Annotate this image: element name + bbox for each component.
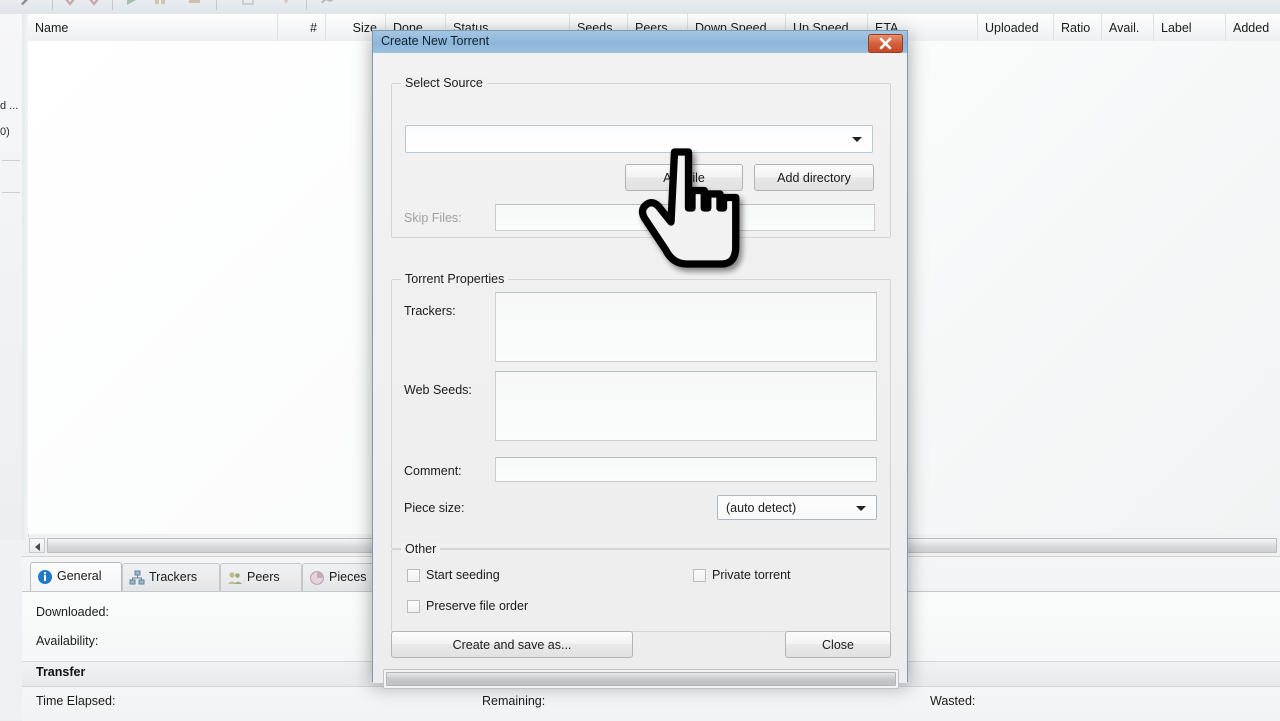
sidebar-item-1[interactable]: 0) (0, 126, 22, 138)
piece-size-label: Piece size: (404, 501, 465, 515)
column-header-added[interactable]: Added (1226, 14, 1280, 41)
remove-icon[interactable] (240, 0, 256, 7)
sidebar-divider-2 (2, 192, 20, 193)
dialog-title: Create New Torrent (381, 34, 490, 48)
wasted-label: Wasted: (930, 694, 976, 708)
toolbar-separator (52, 0, 53, 10)
dialog-close-bottom-button[interactable]: Close (785, 631, 891, 658)
skip-files-label: Skip Files: (404, 211, 462, 225)
chevron-down-icon (852, 137, 862, 142)
tab-trackers-label: Trackers (149, 570, 198, 584)
select-source-legend: Select Source (401, 76, 487, 90)
time-elapsed-label: Time Elapsed: (36, 694, 116, 708)
web-seeds-label: Web Seeds: (404, 383, 472, 397)
add-torrent-icon[interactable] (18, 0, 34, 7)
tab-peers[interactable]: Peers (220, 563, 302, 591)
column-header-uploaded[interactable]: Uploaded (978, 14, 1054, 41)
checkbox-box-start-seeding (407, 568, 420, 582)
toolbar-separator-4 (306, 0, 307, 10)
trackers-label: Trackers: (404, 304, 456, 318)
downloaded-label: Downloaded: (36, 605, 109, 619)
tab-general-label: General (57, 569, 102, 583)
tab-general[interactable]: General (30, 562, 122, 591)
trackers-icon (129, 570, 145, 585)
web-seeds-textarea[interactable] (495, 371, 877, 441)
column-header-ratio[interactable]: Ratio (1054, 14, 1102, 41)
creation-progress-trough (386, 672, 896, 686)
preserve-file-order-label: Preserve file order (426, 599, 529, 613)
main-toolbar (0, 0, 1280, 15)
availability-label: Availability: (36, 634, 99, 648)
pieces-icon (310, 571, 324, 585)
skip-files-input[interactable] (495, 204, 875, 231)
dialog-body: Select Source Add file Add directory Ski… (373, 53, 907, 689)
dialog-close-button[interactable] (868, 34, 903, 53)
private-torrent-label: Private torrent (712, 568, 791, 582)
category-sidebar[interactable]: d ... 0) (0, 14, 23, 540)
add-file-label: Add file (663, 170, 705, 185)
tab-peers-label: Peers (247, 570, 280, 584)
hscroll-left-arrow-button[interactable] (29, 538, 45, 553)
play-icon[interactable] (124, 0, 140, 7)
move-down-icon[interactable] (278, 0, 294, 7)
close-icon (879, 37, 892, 50)
toolbar-separator-2 (112, 0, 113, 10)
transfer-title: Transfer (36, 665, 86, 679)
left-arrow-icon (35, 543, 40, 551)
chevron-down-icon-piece-size (856, 505, 866, 511)
preserve-file-order-checkbox[interactable]: Preserve file order (407, 599, 528, 613)
sidebar-divider-1 (2, 160, 20, 161)
tab-pieces-label: Pieces (329, 570, 367, 584)
pause-icon[interactable] (152, 0, 168, 7)
column-header-label[interactable]: Label (1154, 14, 1226, 41)
column-header-name[interactable]: Name (28, 14, 278, 41)
piece-size-combobox[interactable]: (auto detect) (717, 495, 877, 520)
info-icon (38, 570, 52, 584)
download-arrow-icon[interactable] (62, 0, 78, 7)
add-file-button[interactable]: Add file (625, 164, 743, 191)
comment-label: Comment: (404, 464, 462, 478)
rss-icon[interactable] (320, 0, 336, 7)
create-and-save-as-label: Create and save as... (452, 637, 572, 652)
dialog-close-bottom-label: Close (822, 637, 854, 652)
other-legend: Other (401, 542, 441, 556)
source-combobox[interactable] (405, 125, 873, 153)
dialog-titlebar[interactable]: Create New Torrent (373, 31, 907, 54)
comment-input[interactable] (495, 457, 877, 482)
stop-icon[interactable] (186, 0, 202, 7)
column-header-avail[interactable]: Avail. (1102, 14, 1154, 41)
torrent-properties-legend: Torrent Properties (401, 272, 509, 286)
tab-trackers[interactable]: Trackers (122, 563, 220, 591)
download-arrow-icon-2[interactable] (86, 0, 102, 7)
creation-progress-bar (383, 669, 899, 689)
add-directory-button[interactable]: Add directory (754, 164, 874, 191)
checkbox-box-preserve-file-order (407, 599, 420, 613)
add-directory-label: Add directory (777, 170, 851, 185)
piece-size-value: (auto detect) (726, 500, 797, 515)
trackers-textarea[interactable] (495, 292, 877, 362)
other-group (391, 549, 891, 632)
private-torrent-checkbox[interactable]: Private torrent (693, 568, 791, 582)
start-seeding-checkbox[interactable]: Start seeding (407, 568, 500, 582)
checkbox-box-private-torrent (693, 568, 706, 582)
create-new-torrent-dialog: Create New Torrent Select Source Add fil… (372, 30, 908, 689)
sidebar-item-0[interactable]: d ... (0, 100, 22, 112)
remaining-label: Remaining: (482, 694, 546, 708)
column-header-number[interactable]: # (278, 14, 326, 41)
start-seeding-label: Start seeding (426, 568, 500, 582)
toolbar-separator-3 (216, 0, 217, 10)
create-and-save-as-button[interactable]: Create and save as... (391, 631, 633, 658)
peers-icon (228, 572, 242, 584)
